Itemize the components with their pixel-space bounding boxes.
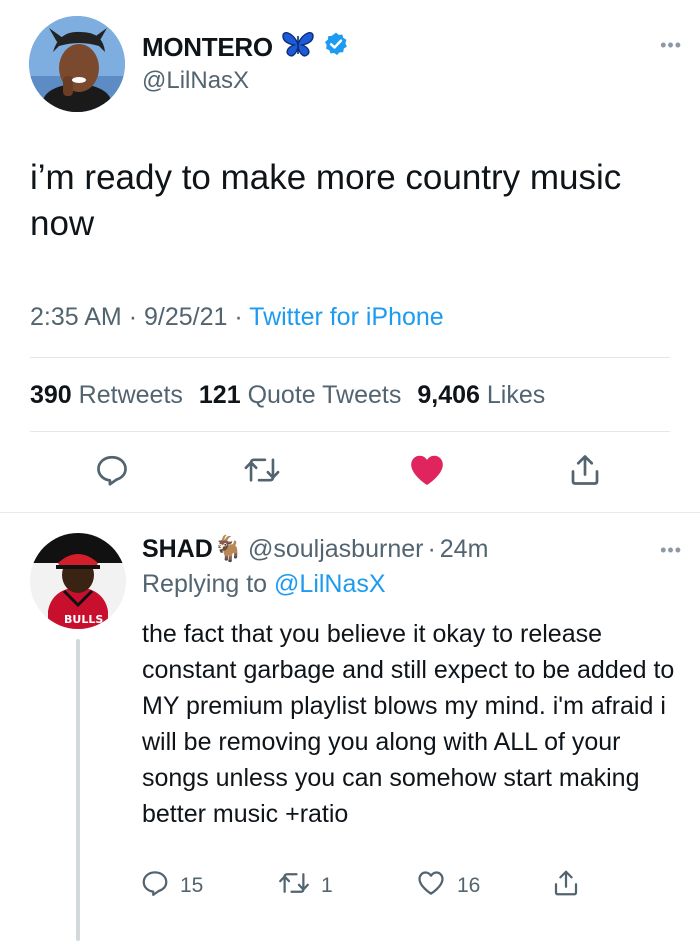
reply-icon [140,868,170,904]
retweets-label: Retweets [78,381,183,409]
tweet-actions [0,448,700,498]
quote-tweets-count: 121 [198,381,241,409]
likes-stat[interactable]: 9,406 Likes [417,381,545,410]
reply-author-header[interactable]: SHAD 🐐 @souljasburner · 24m [142,535,488,564]
reply-text: the fact that you believe it okay to rel… [142,620,675,828]
likes-count: 9,406 [417,381,480,409]
goat-emoji: 🐐 [212,535,244,563]
reply-tweet: BULLS SHAD 🐐 @souljasburner · 24m ••• Re… [0,513,700,944]
more-icon[interactable]: ••• [660,541,682,559]
retweet-icon [277,868,311,904]
tweet-text: i’m ready to make more country music now [30,158,622,243]
retweet-count: 1 [321,874,333,897]
reply-author-name: SHAD [142,535,213,563]
tweet-source-link[interactable]: Twitter for iPhone [249,303,444,331]
author-handle[interactable]: @LilNasX [142,67,249,95]
reply-reply-button[interactable]: 15 [140,868,203,904]
reply-retweet-button[interactable]: 1 [277,868,333,904]
tweet-metadata: 2:35 AM · 9/25/21 · Twitter for iPhone [30,303,444,332]
heart-filled-icon[interactable] [405,448,449,492]
divider [30,357,670,358]
verified-badge-icon [323,31,349,64]
likes-label: Likes [486,381,546,409]
author-name-text: MONTERO [142,32,273,62]
tweet-stats: 390 Retweets 121 Quote Tweets 9,406 Like… [30,381,561,410]
reply-author-handle: @souljasburner [247,535,424,563]
separator-dot: · [128,303,144,331]
reply-actions: 15 1 16 [0,868,700,908]
author-avatar[interactable] [29,16,125,112]
quote-tweets-label: Quote Tweets [247,381,402,409]
reply-icon[interactable] [90,448,134,492]
tweet-date[interactable]: 9/25/21 [144,303,227,331]
separator-dot: · [427,535,436,563]
retweets-count: 390 [30,381,72,409]
replying-to-link[interactable]: @LilNasX [274,570,386,598]
butterfly-icon [281,30,315,65]
share-icon[interactable] [551,868,581,898]
reply-like-button[interactable]: 16 [415,868,480,904]
author-name[interactable]: MONTERO [142,30,349,65]
retweet-icon[interactable] [240,448,284,492]
divider [30,431,670,432]
tweet-time[interactable]: 2:35 AM [30,303,122,331]
separator-dot: · [234,303,250,331]
replying-to-prefix: Replying to [142,570,268,598]
svg-text:BULLS: BULLS [64,613,103,626]
retweets-stat[interactable]: 390 Retweets [30,381,183,410]
replying-to: Replying to @LilNasX [142,570,386,599]
reply-time-ago[interactable]: 24m [440,535,489,564]
quote-tweets-stat[interactable]: 121 Quote Tweets [199,381,401,410]
more-icon[interactable]: ••• [660,36,682,54]
share-icon[interactable] [563,448,607,492]
reply-count: 15 [180,874,204,897]
heart-outline-icon [415,868,447,904]
like-count: 16 [457,874,481,897]
main-tweet: MONTERO @LilNasX ••• i’m ready to make m… [0,0,700,512]
reply-author-avatar[interactable]: BULLS [30,533,126,629]
